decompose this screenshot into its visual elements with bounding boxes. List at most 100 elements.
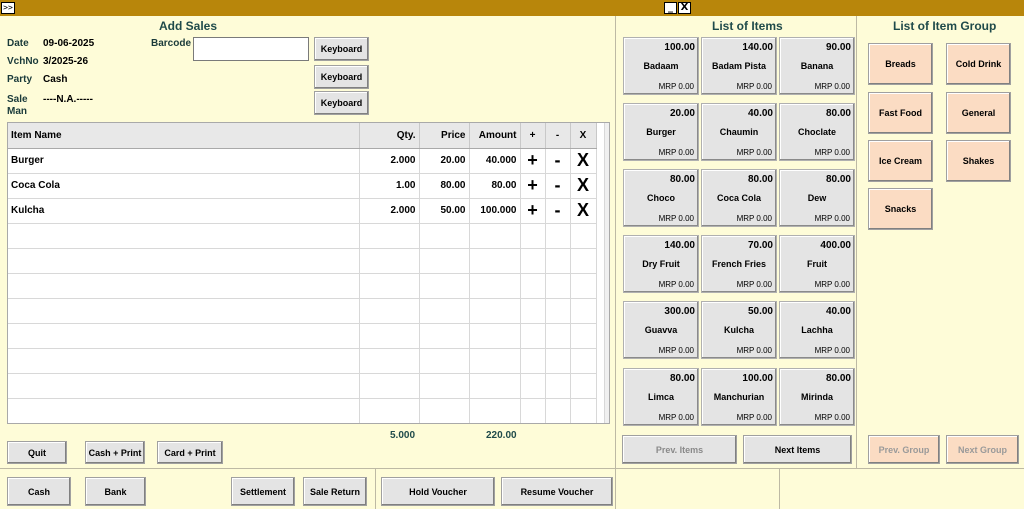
keyboard-button-1[interactable]: Keyboard	[314, 37, 369, 61]
item-tile[interactable]: 100.00 Manchurian MRP 0.00	[701, 368, 777, 426]
item-tile[interactable]: 80.00 Coca Cola MRP 0.00	[701, 169, 777, 227]
row-qty[interactable]: 1.00	[359, 173, 420, 199]
items-title: List of Items	[712, 19, 783, 33]
item-name: Badaam	[643, 61, 679, 71]
row-item-name: Burger	[8, 148, 360, 174]
bank-button[interactable]: Bank	[85, 477, 146, 506]
row-price[interactable]: 80.00	[419, 173, 470, 199]
increment-button[interactable]: +	[520, 198, 546, 224]
prev-items-button[interactable]: Prev. Items	[622, 435, 737, 464]
item-tile[interactable]: 80.00 Choclate MRP 0.00	[779, 103, 855, 161]
divider-bottom-2	[779, 469, 780, 509]
barcode-label: Barcode	[151, 38, 192, 49]
item-mrp: MRP 0.00	[814, 280, 850, 289]
group-button[interactable]: Breads	[868, 43, 933, 85]
quit-button[interactable]: Quit	[7, 441, 67, 464]
cash-button[interactable]: Cash	[7, 477, 71, 506]
item-price: 140.00	[742, 42, 773, 53]
item-price: 80.00	[669, 174, 695, 185]
sale-return-button[interactable]: Sale Return	[303, 477, 367, 506]
prev-group-button[interactable]: Prev. Group	[868, 435, 940, 464]
group-button[interactable]: Cold Drink	[946, 43, 1011, 85]
empty-row	[8, 248, 597, 274]
item-name: Dry Fruit	[642, 259, 680, 269]
item-tile[interactable]: 90.00 Banana MRP 0.00	[779, 37, 855, 95]
item-price: 40.00	[825, 306, 851, 317]
groups-title: List of Item Group	[893, 19, 997, 33]
item-tile[interactable]: 80.00 Limca MRP 0.00	[623, 368, 699, 426]
empty-row	[8, 398, 597, 423]
increment-button[interactable]: +	[520, 148, 546, 174]
table-row[interactable]: Coca Cola 1.00 80.00 80.00 + - X	[8, 173, 597, 199]
cash-print-button[interactable]: Cash + Print	[85, 441, 145, 464]
keyboard-button-2[interactable]: Keyboard	[314, 65, 369, 89]
sales-grid: Item Name Qty. Price Amount + - X Burger…	[7, 122, 610, 424]
item-mrp: MRP 0.00	[814, 346, 850, 355]
item-tile[interactable]: 50.00 Kulcha MRP 0.00	[701, 301, 777, 359]
row-price[interactable]: 20.00	[419, 148, 470, 174]
item-price: 90.00	[825, 42, 851, 53]
vchno-value: 3/2025-26	[43, 56, 89, 67]
row-price[interactable]: 50.00	[419, 198, 470, 224]
resume-voucher-button[interactable]: Resume Voucher	[501, 477, 613, 506]
row-qty[interactable]: 2.000	[359, 198, 420, 224]
item-mrp: MRP 0.00	[814, 148, 850, 157]
group-button[interactable]: Snacks	[868, 188, 933, 230]
decrement-button[interactable]: -	[545, 198, 571, 224]
table-row[interactable]: Burger 2.000 20.00 40.000 + - X	[8, 148, 597, 174]
decrement-button[interactable]: -	[545, 173, 571, 199]
minimize-button[interactable]: _	[664, 2, 677, 14]
grid-scrollbar[interactable]	[604, 123, 610, 423]
delete-row-button[interactable]: X	[570, 148, 597, 174]
delete-row-button[interactable]: X	[570, 198, 597, 224]
party-label: Party	[7, 74, 33, 85]
item-tile[interactable]: 80.00 Choco MRP 0.00	[623, 169, 699, 227]
col-delete: X	[570, 123, 597, 149]
item-price: 300.00	[664, 306, 695, 317]
group-button[interactable]: Fast Food	[868, 92, 933, 134]
card-print-button[interactable]: Card + Print	[157, 441, 223, 464]
settlement-button[interactable]: Settlement	[231, 477, 295, 506]
hold-voucher-button[interactable]: Hold Voucher	[381, 477, 495, 506]
item-tile[interactable]: 100.00 Badaam MRP 0.00	[623, 37, 699, 95]
group-button[interactable]: Shakes	[946, 140, 1011, 182]
next-items-button[interactable]: Next Items	[743, 435, 852, 464]
item-tile[interactable]: 140.00 Dry Fruit MRP 0.00	[623, 235, 699, 293]
item-tile[interactable]: 80.00 Dew MRP 0.00	[779, 169, 855, 227]
item-name: Chaumin	[719, 127, 759, 137]
empty-row	[8, 273, 597, 299]
close-button[interactable]: X	[678, 2, 691, 14]
row-qty[interactable]: 2.000	[359, 148, 420, 174]
item-mrp: MRP 0.00	[658, 346, 694, 355]
group-button[interactable]: General	[946, 92, 1011, 134]
item-mrp: MRP 0.00	[814, 214, 850, 223]
item-tile[interactable]: 40.00 Chaumin MRP 0.00	[701, 103, 777, 161]
expand-button[interactable]: >>	[1, 2, 15, 14]
item-tile[interactable]: 140.00 Badam Pista MRP 0.00	[701, 37, 777, 95]
item-name: Limca	[647, 392, 674, 402]
vchno-label: VchNo	[7, 56, 39, 67]
item-tile[interactable]: 70.00 French Fries MRP 0.00	[701, 235, 777, 293]
empty-row	[8, 348, 597, 374]
item-tile[interactable]: 20.00 Burger MRP 0.00	[623, 103, 699, 161]
table-row[interactable]: Kulcha 2.000 50.00 100.000 + - X	[8, 198, 597, 224]
scrollbar-thumb[interactable]	[609, 133, 610, 147]
item-name: Lachha	[801, 325, 833, 335]
item-mrp: MRP 0.00	[736, 82, 772, 91]
keyboard-button-3[interactable]: Keyboard	[314, 91, 369, 115]
next-group-button[interactable]: Next Group	[946, 435, 1019, 464]
item-tile[interactable]: 300.00 Guavva MRP 0.00	[623, 301, 699, 359]
item-price: 400.00	[820, 240, 851, 251]
empty-row	[8, 373, 597, 399]
barcode-input[interactable]	[193, 37, 309, 61]
decrement-button[interactable]: -	[545, 148, 571, 174]
item-mrp: MRP 0.00	[658, 82, 694, 91]
increment-button[interactable]: +	[520, 173, 546, 199]
delete-row-button[interactable]: X	[570, 173, 597, 199]
item-tile[interactable]: 400.00 Fruit MRP 0.00	[779, 235, 855, 293]
group-button[interactable]: Ice Cream	[868, 140, 933, 182]
item-tile[interactable]: 80.00 Mirinda MRP 0.00	[779, 368, 855, 426]
item-tile[interactable]: 40.00 Lachha MRP 0.00	[779, 301, 855, 359]
item-price: 50.00	[747, 306, 773, 317]
window-titlebar: >> _ X	[0, 0, 1024, 16]
